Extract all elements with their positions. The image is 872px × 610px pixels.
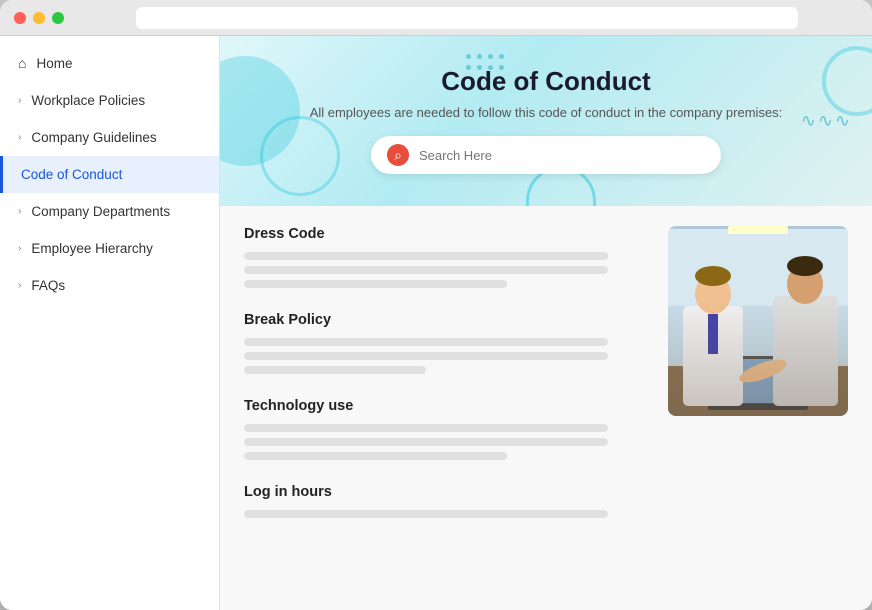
sidebar-item-home[interactable]: ⌂ Home: [0, 44, 219, 82]
content-line: [244, 352, 608, 360]
sidebar-item-workplace-policies[interactable]: › Workplace Policies: [0, 82, 219, 119]
hero-section: ∿∿∿ Code of Conduct All employees are ne…: [220, 36, 872, 206]
content-body: Dress Code Break Policy Techno: [220, 206, 872, 562]
sidebar-item-company-departments[interactable]: › Company Departments: [0, 193, 219, 230]
sidebar-item-code-of-conduct[interactable]: Code of Conduct: [0, 156, 219, 193]
content-left: Dress Code Break Policy Techno: [244, 226, 648, 542]
content-line: [244, 266, 608, 274]
traffic-light-red[interactable]: [14, 12, 26, 24]
sidebar-item-home-label: Home: [36, 56, 72, 71]
sidebar-item-workplace-policies-label: Workplace Policies: [31, 93, 145, 108]
search-input[interactable]: [419, 148, 705, 163]
search-icon: [387, 144, 409, 166]
content-line: [244, 280, 507, 288]
sidebar-item-employee-hierarchy-label: Employee Hierarchy: [31, 241, 153, 256]
traffic-lights: [14, 12, 64, 24]
traffic-light-yellow[interactable]: [33, 12, 45, 24]
browser-content: ⌂ Home › Workplace Policies › Company Gu…: [0, 36, 872, 610]
sidebar-item-code-of-conduct-label: Code of Conduct: [21, 167, 122, 182]
section-technology-use: Technology use: [244, 398, 648, 460]
sidebar-item-employee-hierarchy[interactable]: › Employee Hierarchy: [0, 230, 219, 267]
search-bar[interactable]: [371, 136, 721, 174]
sidebar-item-faqs-label: FAQs: [31, 278, 65, 293]
browser-window: ⌂ Home › Workplace Policies › Company Gu…: [0, 0, 872, 610]
content-line: [244, 338, 608, 346]
content-line: [244, 252, 608, 260]
section-break-policy: Break Policy: [244, 312, 648, 374]
office-photo: [668, 226, 848, 416]
section-technology-use-title: Technology use: [244, 398, 648, 414]
hero-decoration-circle-outline: [260, 116, 340, 196]
section-break-policy-title: Break Policy: [244, 312, 648, 328]
chevron-icon: ›: [18, 280, 21, 291]
sidebar: ⌂ Home › Workplace Policies › Company Gu…: [0, 36, 220, 610]
address-bar[interactable]: [136, 7, 798, 29]
home-icon: ⌂: [18, 55, 26, 71]
content-line: [244, 510, 608, 518]
sidebar-item-company-guidelines-label: Company Guidelines: [31, 130, 156, 145]
browser-titlebar: [0, 0, 872, 36]
sidebar-item-company-departments-label: Company Departments: [31, 204, 170, 219]
hero-title: Code of Conduct: [260, 66, 832, 97]
chevron-icon: ›: [18, 132, 21, 143]
chevron-icon: ›: [18, 95, 21, 106]
section-dress-code: Dress Code: [244, 226, 648, 288]
main-content: ∿∿∿ Code of Conduct All employees are ne…: [220, 36, 872, 610]
chevron-icon: ›: [18, 206, 21, 217]
traffic-light-green[interactable]: [52, 12, 64, 24]
section-log-in-hours-title: Log in hours: [244, 484, 648, 500]
section-dress-code-title: Dress Code: [244, 226, 648, 242]
chevron-icon: ›: [18, 243, 21, 254]
section-log-in-hours: Log in hours: [244, 484, 648, 518]
content-line: [244, 366, 426, 374]
content-line: [244, 438, 608, 446]
content-right: [668, 226, 848, 542]
hero-subtitle: All employees are needed to follow this …: [260, 105, 832, 120]
sidebar-item-company-guidelines[interactable]: › Company Guidelines: [0, 119, 219, 156]
sidebar-item-faqs[interactable]: › FAQs: [0, 267, 219, 304]
content-line: [244, 424, 608, 432]
content-line: [244, 452, 507, 460]
